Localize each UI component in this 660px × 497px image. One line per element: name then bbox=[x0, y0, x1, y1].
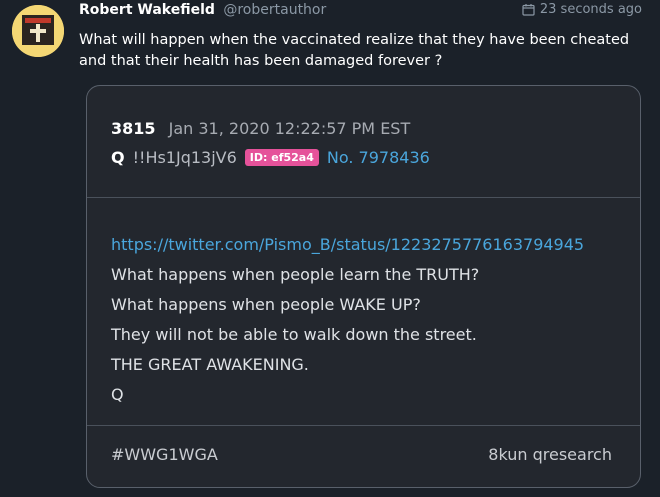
post-number: 3815 bbox=[111, 119, 156, 138]
post-meta: 3815 Jan 31, 2020 12:22:57 PM EST bbox=[111, 119, 410, 138]
body-line: THE GREAT AWAKENING. bbox=[111, 355, 309, 374]
tweet-header: Robert Wakefield @robertauthor 23 second… bbox=[79, 2, 642, 22]
post-date: Jan 31, 2020 12:22:57 PM EST bbox=[168, 119, 411, 138]
timestamp: 23 seconds ago bbox=[522, 2, 642, 17]
calendar-icon bbox=[522, 4, 535, 16]
post-no-link[interactable]: No. 7978436 bbox=[327, 148, 430, 167]
avatar-image bbox=[12, 5, 64, 57]
avatar[interactable] bbox=[12, 5, 64, 57]
tweet-text-line: What will happen when the vaccinated rea… bbox=[79, 32, 630, 48]
body-line: Q bbox=[111, 385, 124, 404]
post-body: https://twitter.com/Pismo_B/status/12232… bbox=[111, 230, 584, 410]
body-line: They will not be able to walk down the s… bbox=[111, 325, 477, 344]
body-line: What happens when people WAKE UP? bbox=[111, 295, 421, 314]
timestamp-text: 23 seconds ago bbox=[539, 2, 642, 17]
divider bbox=[87, 425, 640, 426]
card-footer: #WWG1WGA 8kun qresearch bbox=[111, 445, 612, 464]
tweet-text-line: and that their health has been damaged f… bbox=[79, 53, 443, 69]
divider bbox=[87, 197, 640, 198]
hashtag[interactable]: #WWG1WGA bbox=[111, 445, 218, 464]
tripcode: !!Hs1Jq13jV6 bbox=[132, 148, 237, 167]
id-badge: ID: ef52a4 bbox=[244, 149, 319, 166]
quoted-post-card[interactable]: 3815 Jan 31, 2020 12:22:57 PM EST Q !!Hs… bbox=[86, 85, 641, 488]
tweet-link[interactable]: https://twitter.com/Pismo_B/status/12232… bbox=[111, 230, 584, 260]
poster-name: Q bbox=[111, 148, 125, 167]
body-line: What happens when people learn the TRUTH… bbox=[111, 265, 480, 284]
poster-line: Q !!Hs1Jq13jV6 ID: ef52a4 No. 7978436 bbox=[111, 148, 430, 167]
tweet-text: What will happen when the vaccinated rea… bbox=[79, 30, 639, 72]
source-label: 8kun qresearch bbox=[488, 445, 612, 464]
author-name[interactable]: Robert Wakefield bbox=[79, 2, 215, 18]
author-handle[interactable]: @robertauthor bbox=[223, 2, 326, 18]
